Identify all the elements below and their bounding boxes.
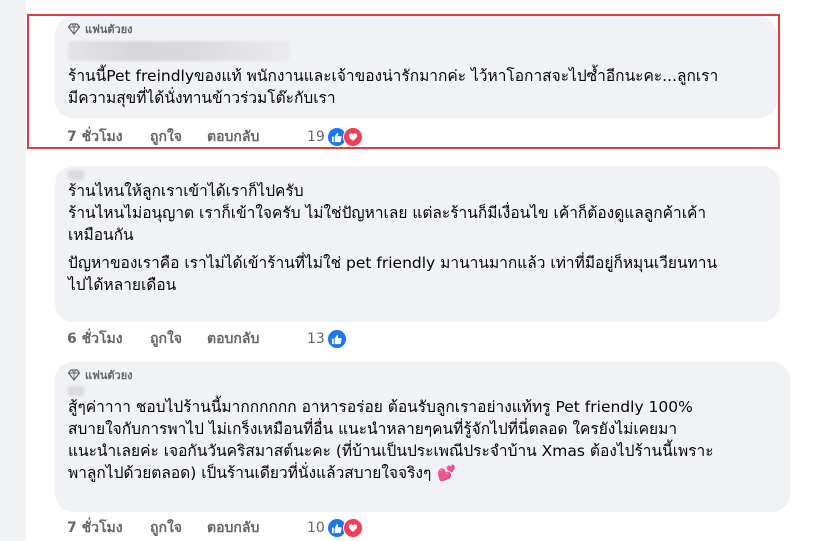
like-icon [326, 329, 347, 349]
reply-button[interactable]: ตอบกลับ [207, 517, 297, 539]
like-button[interactable]: ถูกใจ [150, 517, 190, 539]
comment-paragraph: ร้านไหนให้ลูกเราเข้าได้เราก็ไปครับ ร้านไ… [68, 182, 707, 244]
comment-bubble: แฟนตัวยง สู้ๆค่าาาา ชอบไปร้านนี้มากกกกกก… [55, 362, 790, 512]
reaction-summary[interactable]: 13 [307, 329, 347, 349]
reaction-summary[interactable]: 10 [307, 518, 363, 538]
comment-paragraph: ปัญหาของเราคือ เราไม่ได้เข้าร้านที่ไม่ใช… [68, 254, 718, 294]
comment-bubble: ร้านไหนให้ลูกเราเข้าได้เราก็ไปครับ ร้านไ… [55, 166, 780, 322]
comment: ร้านไหนให้ลูกเราเข้าได้เราก็ไปครับ ร้านไ… [55, 166, 780, 322]
badge-label: แฟนตัวยง [85, 369, 133, 382]
comment-actions: 7 ชั่วโมง ถูกใจ ตอบกลับ 10 [67, 517, 363, 539]
comment-text: สู้ๆค่าาาา ชอบไปร้านนี้มากกกกกก อาหารอร่… [68, 398, 714, 482]
timestamp-link[interactable]: 6 ชั่วโมง [67, 328, 145, 350]
heart-icon [342, 518, 363, 538]
reaction-count: 10 [307, 520, 325, 536]
highlight-frame [27, 14, 780, 149]
reaction-count: 13 [307, 331, 325, 347]
comment-actions: 6 ชั่วโมง ถูกใจ ตอบกลับ 13 [67, 328, 347, 350]
two-hearts-emoji: 💕 [437, 464, 457, 482]
left-panel-edge [0, 0, 26, 541]
like-button[interactable]: ถูกใจ [150, 328, 190, 350]
top-fan-badge: แฟนตัวยง [68, 366, 778, 384]
author-name-blurred[interactable] [68, 386, 84, 396]
timestamp-link[interactable]: 7 ชั่วโมง [67, 517, 145, 539]
author-name-blurred[interactable] [68, 170, 84, 180]
comment: แฟนตัวยง สู้ๆค่าาาา ชอบไปร้านนี้มากกกกกก… [55, 362, 790, 512]
reply-button[interactable]: ตอบกลับ [207, 328, 297, 350]
diamond-icon [68, 369, 80, 381]
